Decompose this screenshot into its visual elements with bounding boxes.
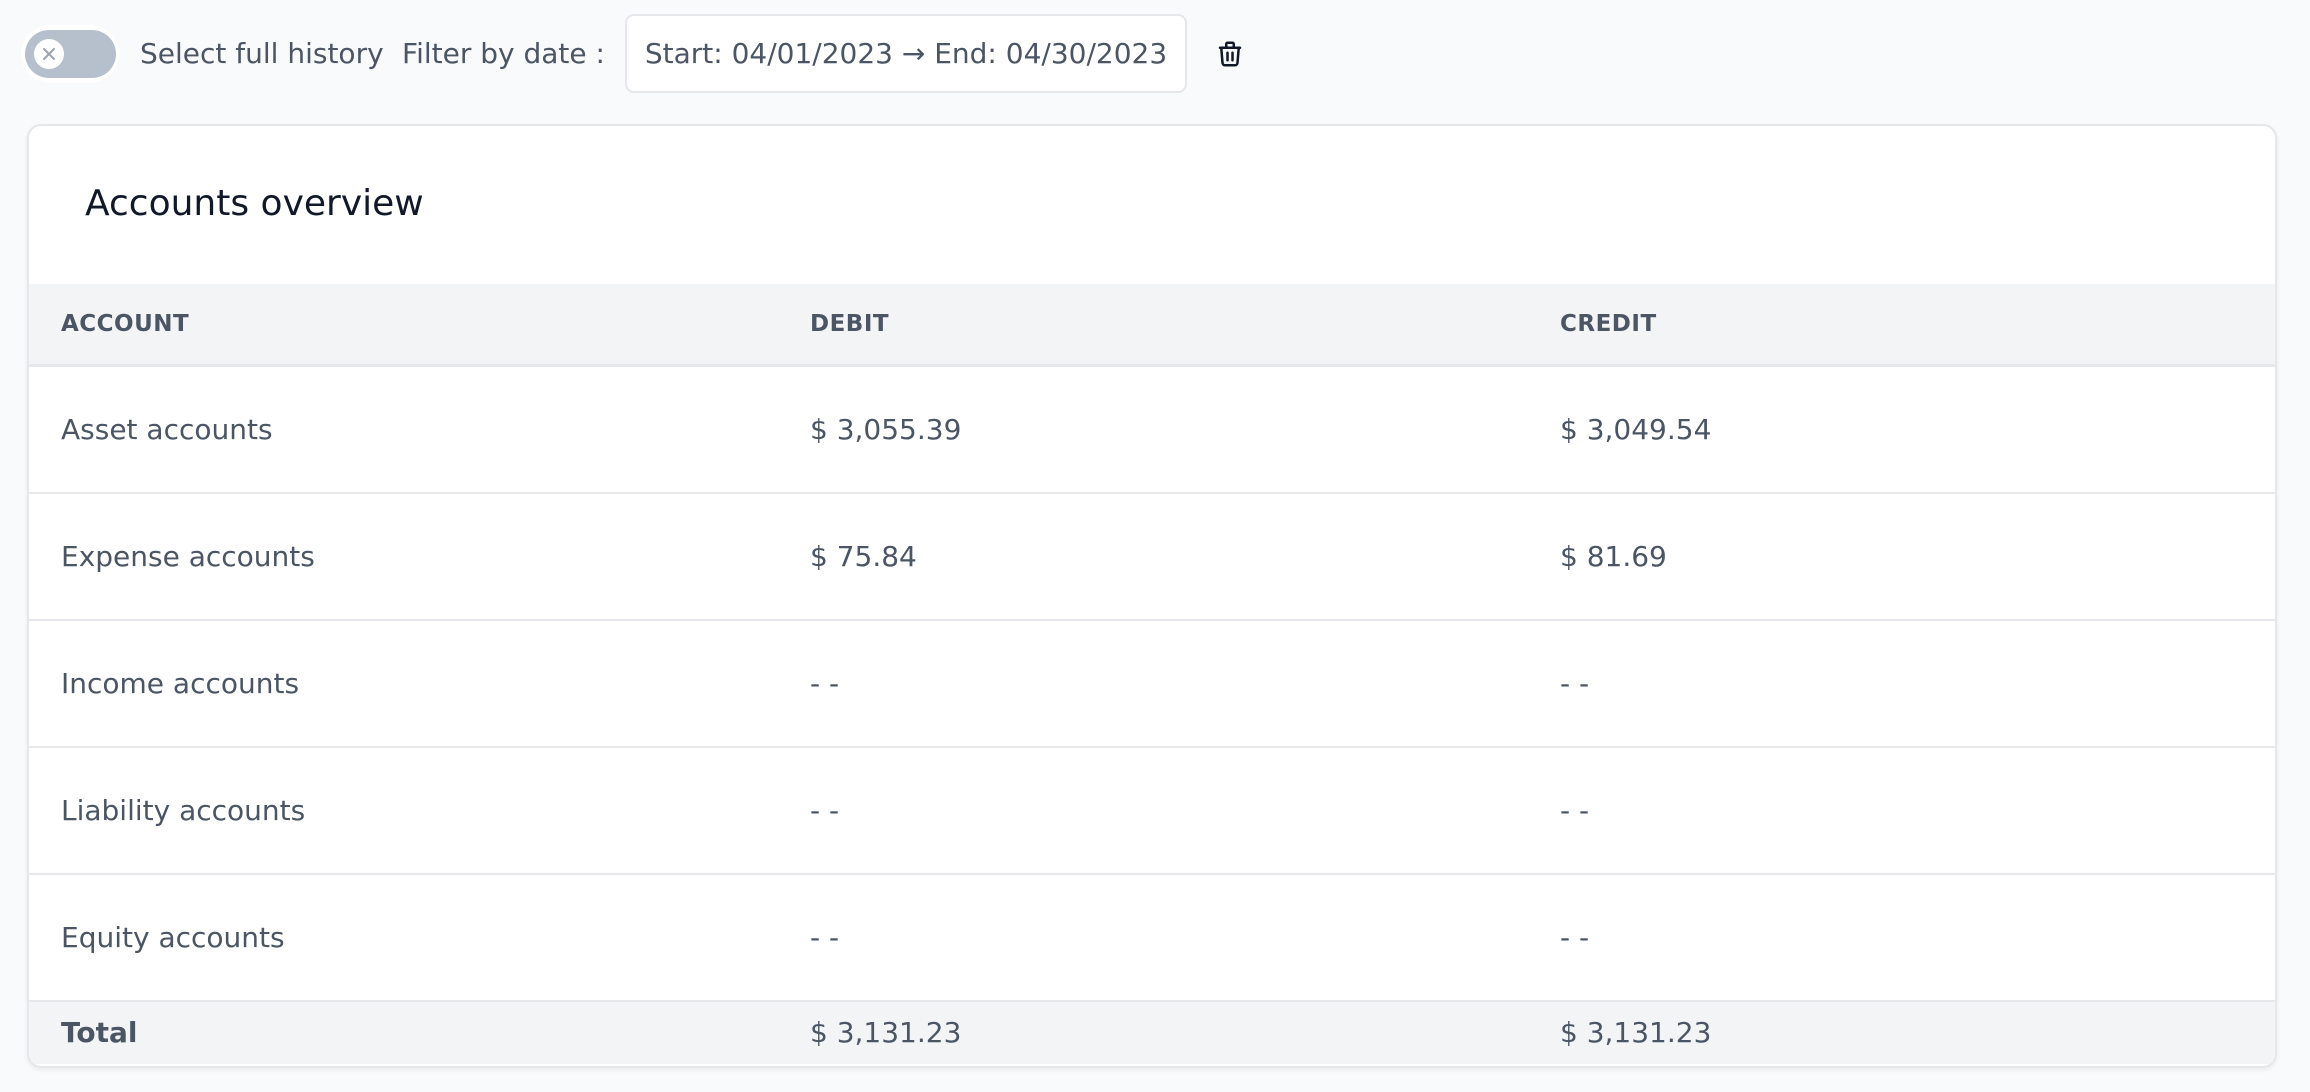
table-row: Expense accounts $ 75.84 $ 81.69 <box>29 494 2275 621</box>
full-history-toggle[interactable] <box>21 25 119 83</box>
credit-value: - - <box>1560 667 1590 700</box>
account-name: Income accounts <box>61 667 300 700</box>
debit-value: $ 75.84 <box>810 540 917 573</box>
account-name: Equity accounts <box>61 921 285 954</box>
total-row: Total $ 3,131.23 $ 3,131.23 <box>29 1002 2275 1064</box>
credit-value: - - <box>1560 794 1590 827</box>
table-row: Asset accounts $ 3,055.39 $ 3,049.54 <box>29 367 2275 494</box>
account-name: Liability accounts <box>61 794 306 827</box>
table-header: ACCOUNT DEBIT CREDIT <box>29 284 2275 367</box>
date-range-value: Start: 04/01/2023 → End: 04/30/2023 <box>644 37 1168 70</box>
full-history-label: Select full history <box>140 37 384 70</box>
table-row: Equity accounts - - - - <box>29 875 2275 1002</box>
account-name: Expense accounts <box>61 540 315 573</box>
column-header-account: ACCOUNT <box>61 311 190 337</box>
debit-value: $ 3,055.39 <box>810 413 962 446</box>
table-row: Income accounts - - - - <box>29 621 2275 748</box>
toggle-track[interactable] <box>25 30 116 78</box>
debit-value: - - <box>810 794 840 827</box>
column-header-debit: DEBIT <box>810 311 890 337</box>
filter-by-date-label: Filter by date : <box>402 37 605 70</box>
credit-value: - - <box>1560 921 1590 954</box>
debit-value: - - <box>810 921 840 954</box>
clear-date-filter-button[interactable] <box>1213 36 1247 72</box>
x-icon <box>43 48 55 60</box>
trash-icon <box>1218 41 1242 67</box>
account-name: Asset accounts <box>61 413 273 446</box>
credit-value: $ 81.69 <box>1560 540 1667 573</box>
credit-value: $ 3,049.54 <box>1560 413 1712 446</box>
column-header-credit: CREDIT <box>1560 311 1657 337</box>
filter-bar: Select full history Filter by date : Sta… <box>0 0 2310 108</box>
debit-value: - - <box>810 667 840 700</box>
total-credit: $ 3,131.23 <box>1560 1016 1712 1049</box>
total-debit: $ 3,131.23 <box>810 1016 962 1049</box>
table-row: Liability accounts - - - - <box>29 748 2275 875</box>
date-range-picker[interactable]: Start: 04/01/2023 → End: 04/30/2023 <box>625 14 1187 93</box>
accounts-overview-card: Accounts overview ACCOUNT DEBIT CREDIT A… <box>27 124 2277 1068</box>
total-label: Total <box>61 1016 138 1049</box>
accounts-table: ACCOUNT DEBIT CREDIT Asset accounts $ 3,… <box>29 284 2275 1064</box>
card-title: Accounts overview <box>85 183 424 224</box>
toggle-knob[interactable] <box>34 39 64 69</box>
